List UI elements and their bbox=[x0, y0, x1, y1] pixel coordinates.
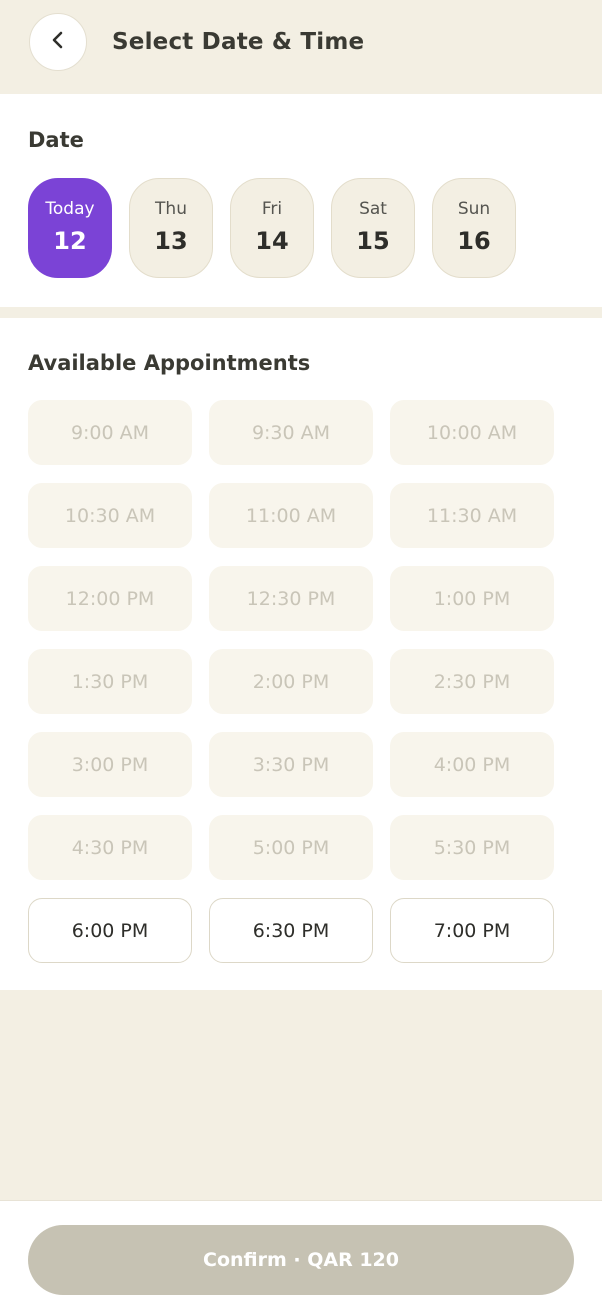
date-chip[interactable]: Sat 15 bbox=[331, 178, 415, 278]
time-slot[interactable]: 7:00 PM bbox=[390, 898, 554, 963]
date-section: Date Today 12 Thu 13 Fri 14 Sat 15 Sun 16 bbox=[0, 94, 602, 307]
date-chip-day: Fri bbox=[261, 199, 283, 219]
date-chip-day: Sat bbox=[359, 199, 387, 219]
date-chip-day: Today bbox=[45, 199, 95, 219]
date-chip[interactable]: Thu 13 bbox=[129, 178, 213, 278]
time-slot[interactable]: 6:00 PM bbox=[28, 898, 192, 963]
time-slot-disabled: 5:00 PM bbox=[209, 815, 373, 880]
time-slot-disabled: 2:00 PM bbox=[209, 649, 373, 714]
date-chip-number: 15 bbox=[356, 227, 390, 255]
appointments-section-label: Available Appointments bbox=[28, 351, 311, 375]
time-slot-grid: 9:00 AM 9:30 AM 10:00 AM 10:30 AM 11:00 AM 11… bbox=[28, 400, 554, 963]
date-chip-day: Sun bbox=[457, 199, 491, 219]
time-slot-disabled: 4:00 PM bbox=[390, 732, 554, 797]
date-chip-number: 16 bbox=[457, 227, 491, 255]
time-slot[interactable]: 6:30 PM bbox=[209, 898, 373, 963]
chevron-left-icon bbox=[47, 29, 69, 55]
time-slot-disabled: 3:00 PM bbox=[28, 732, 192, 797]
time-slot-disabled: 10:00 AM bbox=[390, 400, 554, 465]
confirm-button[interactable]: Confirm · QAR 120 bbox=[28, 1225, 574, 1295]
date-chip[interactable]: Sun 16 bbox=[432, 178, 516, 278]
date-section-label: Date bbox=[28, 128, 84, 152]
time-slot-disabled: 12:00 PM bbox=[28, 566, 192, 631]
time-slot-disabled: 12:30 PM bbox=[209, 566, 373, 631]
date-chip-number: 13 bbox=[154, 227, 188, 255]
time-slot-disabled: 1:00 PM bbox=[390, 566, 554, 631]
time-slot-disabled: 9:30 AM bbox=[209, 400, 373, 465]
footer: Confirm · QAR 120 bbox=[0, 1200, 602, 1306]
appointments-section: Available Appointments 9:00 AM 9:30 AM 10:… bbox=[0, 318, 602, 990]
time-slot-disabled: 11:30 AM bbox=[390, 483, 554, 548]
date-chip-day: Thu bbox=[155, 199, 187, 219]
page-title: Select Date & Time bbox=[112, 29, 365, 55]
time-slot-disabled: 1:30 PM bbox=[28, 649, 192, 714]
date-chip[interactable]: Today 12 bbox=[28, 178, 112, 278]
time-slot-disabled: 5:30 PM bbox=[390, 815, 554, 880]
time-slot-disabled: 3:30 PM bbox=[209, 732, 373, 797]
date-chip-number: 14 bbox=[255, 227, 289, 255]
header: Select Date & Time bbox=[0, 0, 602, 94]
date-chip-number: 12 bbox=[53, 227, 87, 255]
time-slot-disabled: 11:00 AM bbox=[209, 483, 373, 548]
date-chip[interactable]: Fri 14 bbox=[230, 178, 314, 278]
time-slot-disabled: 10:30 AM bbox=[28, 483, 192, 548]
time-slot-disabled: 2:30 PM bbox=[390, 649, 554, 714]
time-slot-disabled: 4:30 PM bbox=[28, 815, 192, 880]
date-picker: Today 12 Thu 13 Fri 14 Sat 15 Sun 16 bbox=[28, 178, 516, 278]
time-slot-disabled: 9:00 AM bbox=[28, 400, 192, 465]
back-button[interactable] bbox=[29, 13, 87, 71]
